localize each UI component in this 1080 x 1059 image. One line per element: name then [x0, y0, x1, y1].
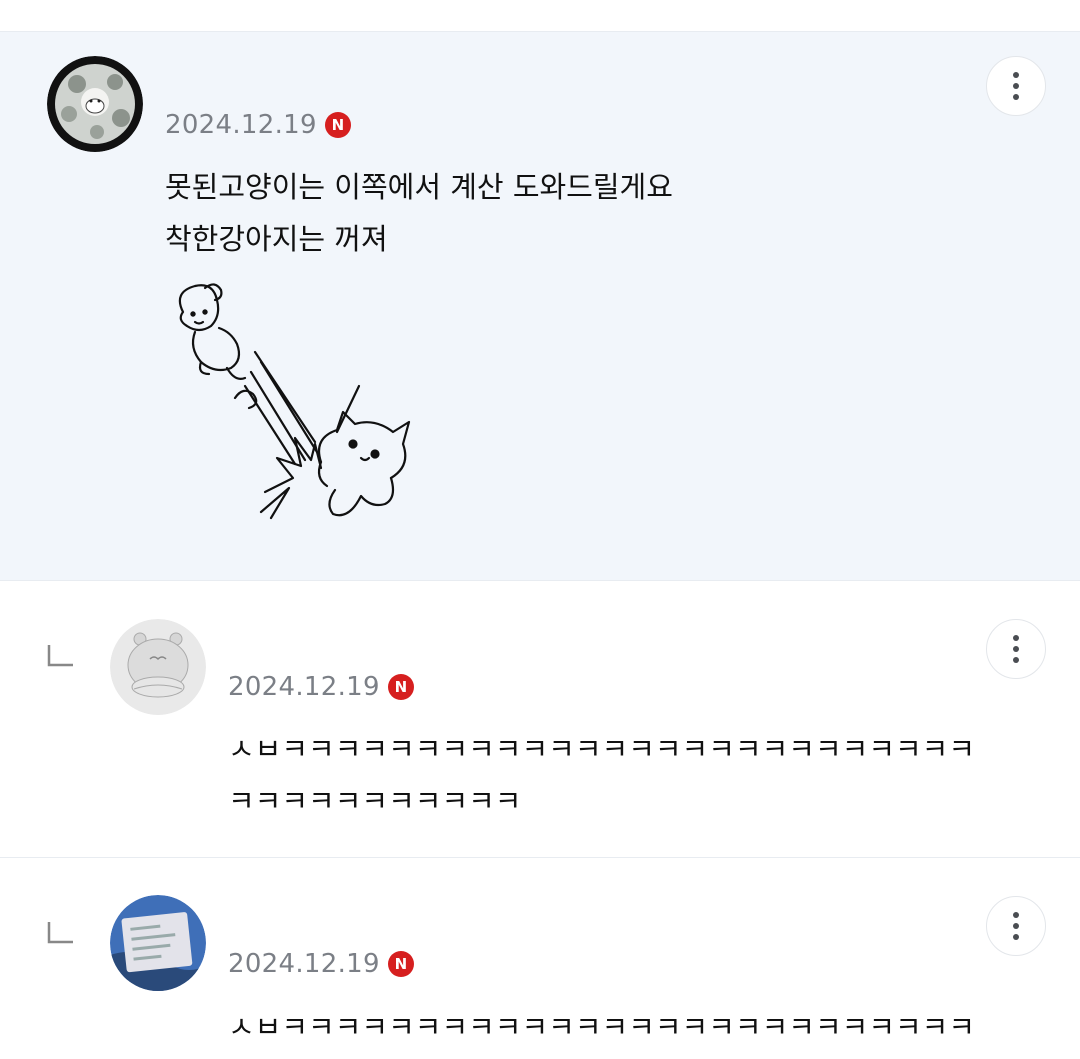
comment-item: 2024.12.19 N 못된고양이는 이쪽에서 계산 도와드릴게요 착한강아지… [0, 31, 1080, 581]
comment-date: 2024.12.19 [228, 672, 380, 702]
reply-arrow-icon [47, 643, 73, 667]
comment-line: 못된고양이는 이쪽에서 계산 도와드릴게요 [165, 170, 673, 204]
comment-date: 2024.12.19 [228, 949, 380, 979]
comment-meta: 2024.12.19 N [165, 110, 351, 140]
comment-text: ㅅㅂㅋㅋㅋㅋㅋㅋㅋㅋㅋㅋㅋㅋㅋㅋㅋㅋㅋㅋㅋㅋㅋㅋㅋㅋㅋㅋ [228, 1001, 975, 1053]
comment-line: ㅅㅂㅋㅋㅋㅋㅋㅋㅋㅋㅋㅋㅋㅋㅋㅋㅋㅋㅋㅋㅋㅋㅋㅋㅋㅋㅋㅋ [228, 1010, 976, 1044]
reply-item: 2024.12.19 N ㅅㅂㅋㅋㅋㅋㅋㅋㅋㅋㅋㅋㅋㅋㅋㅋㅋㅋㅋㅋㅋㅋㅋㅋㅋㅋㅋ… [0, 581, 1080, 858]
comment-text: 못된고양이는 이쪽에서 계산 도와드릴게요 착한강아지는 꺼져 [165, 161, 673, 265]
kebab-icon [1013, 912, 1019, 918]
comment-line: 착한강아지는 꺼져 [165, 222, 388, 256]
kebab-icon [1013, 72, 1019, 78]
new-badge: N [324, 112, 351, 138]
more-options-button[interactable] [986, 56, 1046, 116]
comment-text: ㅅㅂㅋㅋㅋㅋㅋㅋㅋㅋㅋㅋㅋㅋㅋㅋㅋㅋㅋㅋㅋㅋㅋㅋㅋㅋㅋㅋ ㅋㅋㅋㅋㅋㅋㅋㅋㅋㅋㅋ [228, 723, 975, 827]
new-badge: N [387, 951, 414, 977]
avatar[interactable] [110, 895, 206, 991]
reply-arrow-icon [47, 920, 73, 944]
kebab-icon [1013, 635, 1019, 641]
sticker-image [165, 282, 415, 532]
comment-meta: 2024.12.19 N [228, 949, 414, 979]
comment-meta: 2024.12.19 N [228, 672, 414, 702]
comment-line: ㅋㅋㅋㅋㅋㅋㅋㅋㅋㅋㅋ [228, 784, 522, 818]
comment-date: 2024.12.19 [165, 110, 317, 140]
new-badge: N [387, 674, 414, 700]
more-options-button[interactable] [986, 896, 1046, 956]
avatar[interactable] [110, 619, 206, 715]
comment-line: ㅅㅂㅋㅋㅋㅋㅋㅋㅋㅋㅋㅋㅋㅋㅋㅋㅋㅋㅋㅋㅋㅋㅋㅋㅋㅋㅋㅋ [228, 732, 976, 766]
more-options-button[interactable] [986, 619, 1046, 679]
reply-item: 2024.12.19 N ㅅㅂㅋㅋㅋㅋㅋㅋㅋㅋㅋㅋㅋㅋㅋㅋㅋㅋㅋㅋㅋㅋㅋㅋㅋㅋㅋ… [0, 858, 1080, 1059]
avatar[interactable] [47, 56, 143, 152]
